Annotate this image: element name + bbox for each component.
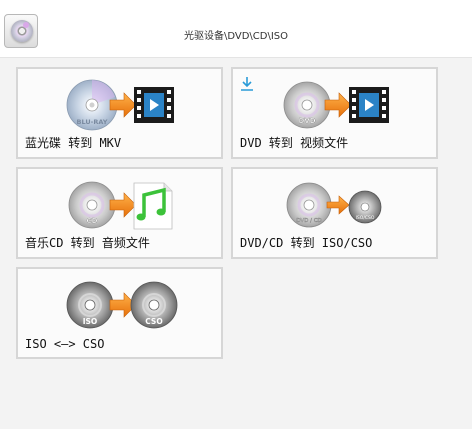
iso-disc-text: ISO xyxy=(83,317,98,326)
film-strip-icon xyxy=(134,87,174,123)
disc-to-iso-card[interactable]: DVD / CD ISO/CSO DVD/CD 转到 ISO/CSO xyxy=(231,167,438,259)
bluray-to-mkv-card[interactable]: BLU-RAY 蓝光碟 转到 MKV xyxy=(16,67,223,159)
dvd-cd-disc-text: DVD / CD xyxy=(296,218,322,224)
bluray-disc-icon: BLU-RAY xyxy=(66,79,118,131)
bluray-disc-text: BLU-RAY xyxy=(77,118,108,126)
dvd-disc-text: DVD xyxy=(298,117,315,125)
convert-arrow-icon xyxy=(109,192,137,218)
cd-disc-icon: CD xyxy=(68,181,116,229)
window-title: 光驱设备\DVD\CD\ISO xyxy=(183,31,289,42)
iso-cso-card[interactable]: ISO CSO ISO <—> CSO xyxy=(16,267,223,359)
card-label: 蓝光碟 转到 MKV xyxy=(25,136,122,150)
cd-to-audio-card[interactable]: CD 音乐CD 转到 音频文件 xyxy=(16,167,223,259)
disc-to-iso-illustration: DVD / CD ISO/CSO xyxy=(286,182,382,228)
dvd-disc-icon: DVD xyxy=(283,81,331,129)
cso-disc-text: CSO xyxy=(145,317,162,326)
dvd-to-video-illustration: DVD xyxy=(283,81,389,129)
card-label: DVD/CD 转到 ISO/CSO xyxy=(240,236,373,250)
iso-cso-disc-text: ISO/CSO xyxy=(356,215,375,221)
cd-to-audio-illustration: CD xyxy=(68,181,173,230)
iso-cso-disc-icon: ISO/CSO xyxy=(348,190,382,224)
card-label: DVD 转到 视频文件 xyxy=(240,136,349,150)
card-label: 音乐CD 转到 音频文件 xyxy=(25,236,150,250)
music-file-icon xyxy=(133,182,173,230)
dvd-to-video-card[interactable]: DVD DVD 转到 视频文件 xyxy=(231,67,438,159)
iso-cso-illustration: ISO CSO xyxy=(66,281,178,329)
card-label: ISO <—> CSO xyxy=(25,337,105,351)
convert-arrow-icon xyxy=(324,92,352,118)
cso-disc-icon: CSO xyxy=(130,281,178,329)
dvd-cd-disc-icon: DVD / CD xyxy=(286,182,332,228)
iso-disc-icon: ISO xyxy=(66,281,114,329)
bluray-to-mkv-illustration: BLU-RAY xyxy=(66,79,174,131)
film-strip-icon xyxy=(349,87,389,123)
cd-disc-text: CD xyxy=(87,217,98,225)
title-bar: 光驱设备\DVD\CD\ISO xyxy=(0,0,472,58)
